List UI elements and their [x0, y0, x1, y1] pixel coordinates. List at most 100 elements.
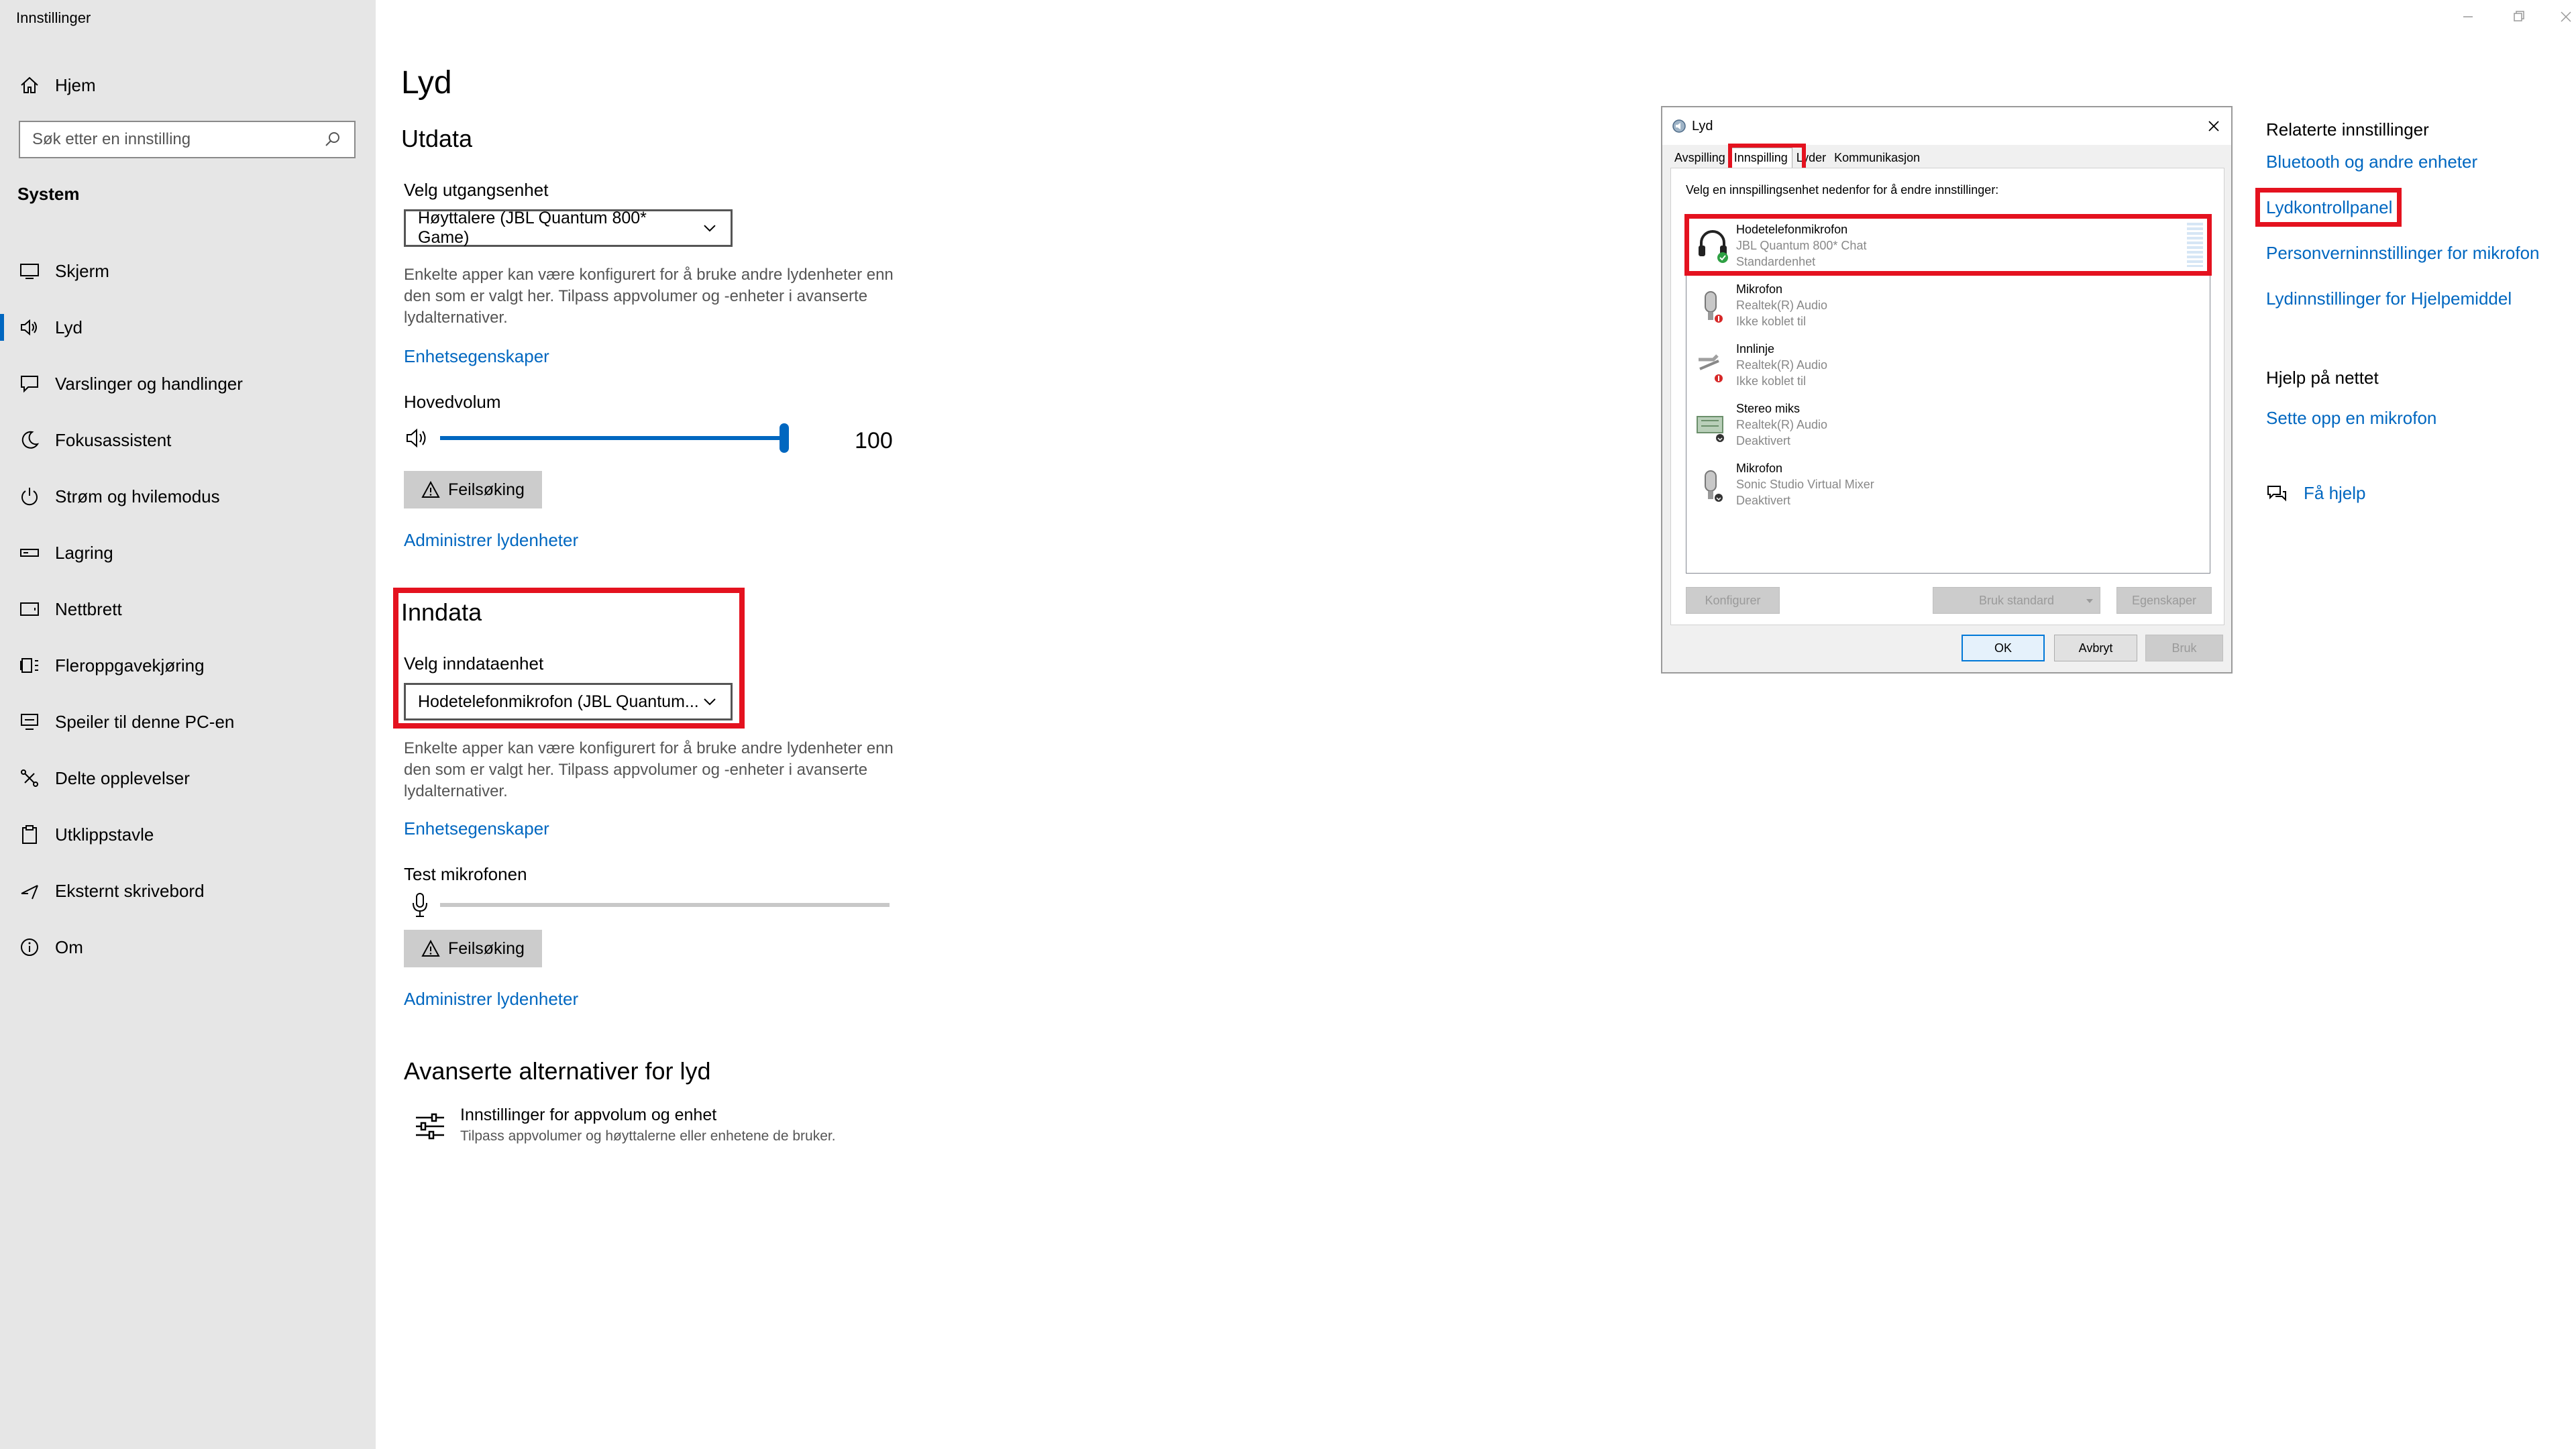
link-bluetooth[interactable]: Bluetooth og andre enheter: [2266, 152, 2477, 172]
ok-button[interactable]: OK: [1962, 635, 2045, 661]
warning-icon: [421, 480, 440, 498]
input-troubleshoot-button[interactable]: Feilsøking: [404, 930, 542, 967]
output-note-line: den som er valgt her. Tilpass appvolumer…: [404, 287, 868, 305]
volume-slider-thumb[interactable]: [780, 423, 789, 453]
input-device-value: Hodetelefonmikrofon (JBL Quantum...: [418, 692, 699, 711]
search-icon: [325, 132, 339, 146]
device-driver: Realtek(R) Audio: [1736, 358, 1828, 372]
output-device-value: Høyttalere (JBL Quantum 800* Game): [418, 209, 647, 247]
device-status: Deaktivert: [1736, 434, 1791, 447]
related-settings-heading: Relaterte innstillinger: [2266, 119, 2429, 140]
nav-item-utklippstavle[interactable]: Utklippstavle: [0, 806, 376, 863]
nav-item-nettbrett[interactable]: Nettbrett: [0, 581, 376, 637]
advanced-heading: Avanserte alternativer for lyd: [404, 1057, 711, 1085]
nav-item-label: Skjerm: [55, 260, 109, 281]
nav-home-label: Hjem: [55, 74, 96, 95]
headset-mic-icon: [1699, 230, 1728, 263]
nav-item-lagring[interactable]: Lagring: [0, 525, 376, 581]
dropdown-arrow-icon: [2086, 599, 2093, 603]
storage-icon: [20, 549, 39, 557]
device-status: Deaktivert: [1736, 494, 1791, 507]
speaker-icon: [1672, 119, 1686, 133]
dialog-titlebar: Lyd: [1662, 107, 2231, 145]
output-troubleshoot-label: Feilsøking: [448, 480, 525, 499]
nav-item-eksternt-skrivebord[interactable]: Eksternt skrivebord: [0, 863, 376, 919]
minimize-icon[interactable]: [2458, 7, 2478, 27]
sound-dialog: Lyd Avspilling Innspilling Lyder Kommuni…: [1661, 106, 2233, 674]
device-item[interactable]: Mikrofon Sonic Studio Virtual Mixer Deak…: [1686, 455, 2210, 515]
nav-item-label: Om: [55, 936, 83, 957]
speaker-icon[interactable]: [405, 427, 432, 449]
device-status: Ikke koblet til: [1736, 374, 1807, 388]
output-device-select[interactable]: Høyttalere (JBL Quantum 800* Game): [404, 209, 733, 247]
properties-button[interactable]: Egenskaper: [2116, 587, 2212, 614]
device-driver: Realtek(R) Audio: [1736, 299, 1828, 312]
tab-avspilling[interactable]: Avspilling: [1670, 148, 1729, 168]
close-window-icon[interactable]: [2556, 7, 2576, 27]
nav-item-varslinger[interactable]: Varslinger og handlinger: [0, 356, 376, 412]
output-device-properties-link[interactable]: Enhetsegenskaper: [404, 346, 549, 367]
tablet-icon: [20, 602, 39, 616]
input-note-line: Enkelte apper kan være konfigurert for å…: [404, 739, 894, 757]
volume-slider[interactable]: [440, 423, 789, 453]
device-name: Hodetelefonmikrofon: [1736, 223, 1848, 236]
device-item[interactable]: Innlinje Realtek(R) Audio Ikke koblet ti…: [1686, 335, 2210, 395]
dialog-title: Lyd: [1692, 118, 1713, 133]
output-manage-devices-link[interactable]: Administrer lydenheter: [404, 530, 578, 551]
monitor-icon: [20, 264, 39, 279]
link-setup-mic[interactable]: Sette opp en mikrofon: [2266, 408, 2436, 429]
nav-item-strom[interactable]: Strøm og hvilemodus: [0, 468, 376, 525]
nav-home[interactable]: Hjem: [19, 70, 361, 101]
nav-item-skjerm[interactable]: Skjerm: [0, 243, 376, 299]
link-accessibility-sound[interactable]: Lydinnstillinger for Hjelpemiddel: [2266, 288, 2512, 309]
input-note: Enkelte apper kan være konfigurert for å…: [404, 738, 941, 802]
apply-button[interactable]: Bruk: [2145, 635, 2223, 661]
nav-list: Skjerm Lyd Varslinger og handlinger Foku…: [0, 243, 376, 975]
nav-item-label: Eksternt skrivebord: [55, 880, 205, 901]
input-note-line: den som er valgt her. Tilpass appvolumer…: [404, 761, 868, 779]
device-name: Stereo miks: [1736, 402, 1801, 415]
link-mic-privacy[interactable]: Personverninnstillinger for mikrofon: [2266, 243, 2540, 264]
search-input[interactable]: [32, 130, 323, 149]
nav-item-lyd[interactable]: Lyd: [0, 299, 376, 356]
microphone-icon: [1705, 470, 1723, 502]
nav-item-label: Varslinger og handlinger: [55, 373, 243, 394]
close-icon[interactable]: [2206, 118, 2222, 134]
chat-help-icon: [2267, 485, 2286, 501]
nav-item-delte-opplevelser[interactable]: Delte opplevelser: [0, 750, 376, 806]
configure-button[interactable]: Konfigurer: [1686, 587, 1780, 614]
cancel-button[interactable]: Avbryt: [2054, 635, 2137, 661]
get-help-link[interactable]: Få hjelp: [2266, 483, 2366, 504]
nav-item-fleroppgavekjoring[interactable]: Fleroppgavekjøring: [0, 637, 376, 694]
nav-item-speiler[interactable]: Speiler til denne PC-en: [0, 694, 376, 750]
section-heading: System: [17, 184, 80, 204]
device-item[interactable]: Hodetelefonmikrofon JBL Quantum 800* Cha…: [1686, 216, 2210, 276]
search-field[interactable]: [19, 121, 356, 158]
input-device-select[interactable]: Hodetelefonmikrofon (JBL Quantum...: [404, 683, 733, 720]
device-item[interactable]: Stereo miks Realtek(R) Audio Deaktivert: [1686, 395, 2210, 455]
input-troubleshoot-label: Feilsøking: [448, 938, 525, 958]
app-volume-settings-item[interactable]: Innstillinger for appvolum og enhet Tilp…: [415, 1106, 884, 1157]
volume-slider-fill: [440, 436, 789, 440]
tab-lyder[interactable]: Lyder: [1792, 148, 1830, 168]
tab-kommunikasjon[interactable]: Kommunikasjon: [1830, 148, 1924, 168]
nav-item-om[interactable]: Om: [0, 919, 376, 975]
link-sound-control-panel[interactable]: Lydkontrollpanel: [2266, 197, 2392, 218]
tab-innspilling[interactable]: Innspilling: [1729, 148, 1792, 168]
microphone-icon: [413, 893, 427, 917]
output-troubleshoot-button[interactable]: Feilsøking: [404, 471, 542, 508]
volume-label: Hovedvolum: [404, 392, 501, 412]
recording-device-list[interactable]: Hodetelefonmikrofon JBL Quantum 800* Cha…: [1686, 215, 2210, 574]
device-item[interactable]: Mikrofon Realtek(R) Audio Ikke koblet ti…: [1686, 276, 2210, 335]
nav-item-label: Strøm og hvilemodus: [55, 486, 220, 506]
device-driver: Realtek(R) Audio: [1736, 418, 1828, 431]
input-manage-devices-link[interactable]: Administrer lydenheter: [404, 989, 578, 1010]
chevron-down-icon: [704, 698, 716, 706]
set-default-button[interactable]: Bruk standard: [1933, 587, 2100, 614]
nav-item-fokusassistent[interactable]: Fokusassistent: [0, 412, 376, 468]
recording-tab-panel: Velg en innspillingsenhet nedenfor for å…: [1670, 168, 2224, 625]
input-select-label: Velg inndataenhet: [404, 653, 544, 674]
device-level-meter: [2187, 223, 2203, 267]
restore-icon[interactable]: [2509, 7, 2529, 27]
input-device-properties-link[interactable]: Enhetsegenskaper: [404, 818, 549, 839]
